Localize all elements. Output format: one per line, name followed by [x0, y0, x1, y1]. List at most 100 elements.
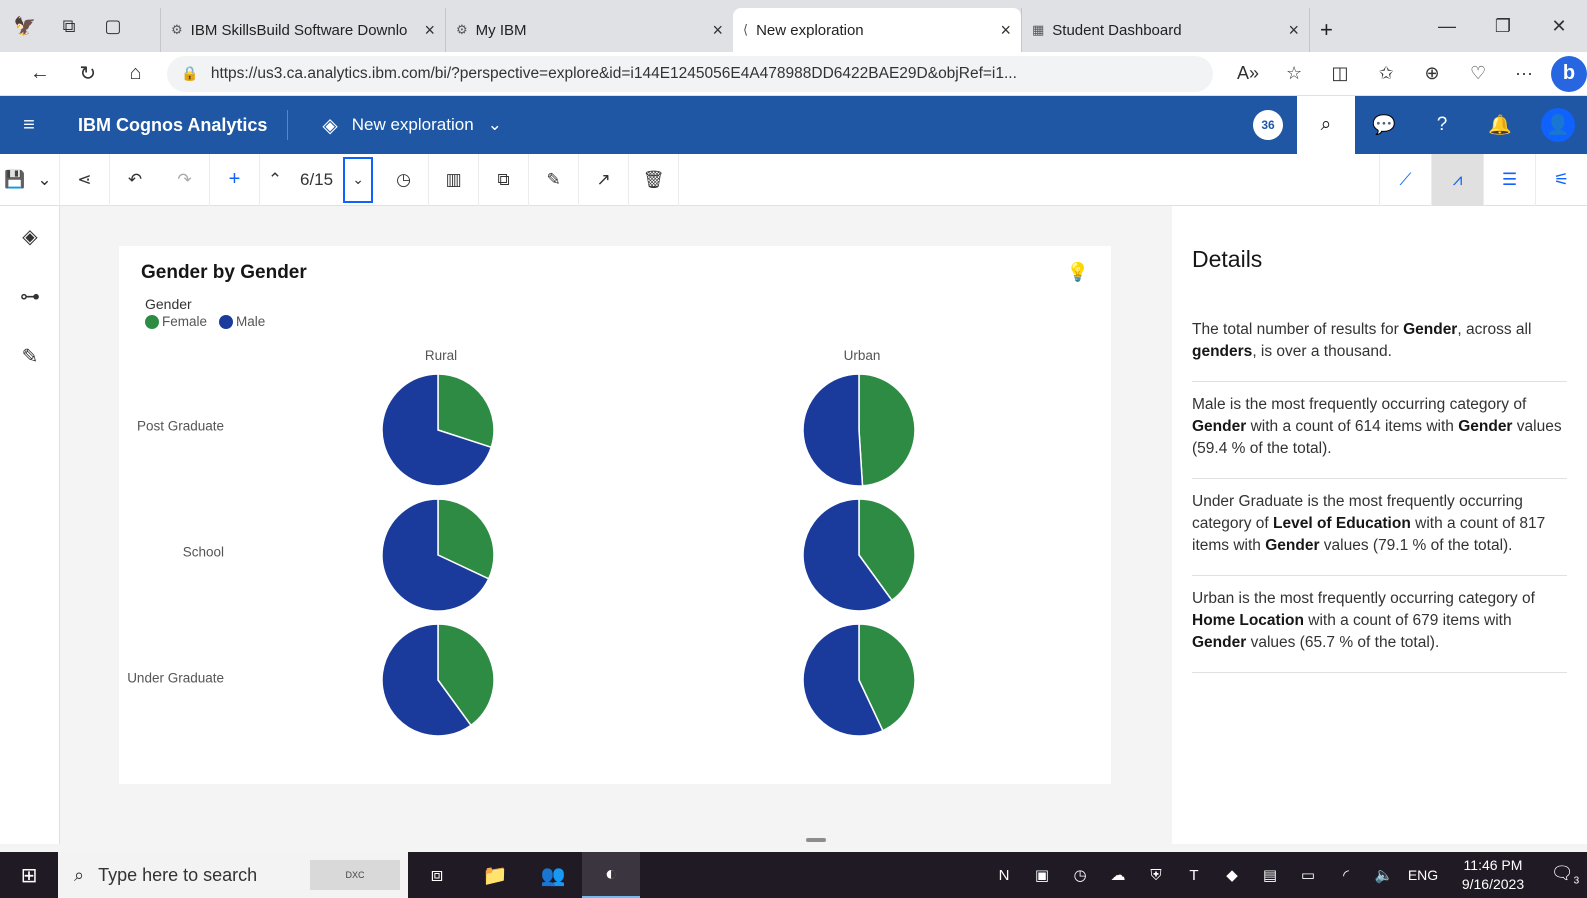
- ibm-favicon-icon: ⚙: [171, 22, 183, 37]
- restore-icon[interactable]: ❐: [1475, 16, 1531, 37]
- refresh-icon[interactable]: ↻: [64, 61, 112, 86]
- tab-actions-icon[interactable]: ▢: [100, 13, 126, 39]
- close-tab-icon[interactable]: ×: [424, 20, 435, 41]
- favorite-star-icon[interactable]: ☆: [1271, 63, 1317, 84]
- pie-slice-male-post-graduate-urban[interactable]: [802, 373, 864, 487]
- workspaces-icon[interactable]: ⧉: [56, 13, 82, 39]
- save-icon[interactable]: 💾: [0, 154, 30, 206]
- duplicate-icon[interactable]: ⧉: [479, 153, 530, 206]
- visualization-icon[interactable]: ▥: [429, 153, 480, 206]
- tab-title: IBM SkillsBuild Software Downlo: [190, 21, 408, 39]
- tab-title: Student Dashboard: [1052, 21, 1182, 39]
- app-brand: IBM Cognos Analytics: [58, 110, 289, 140]
- file-explorer-icon[interactable]: 📁: [466, 852, 524, 898]
- close-window-icon[interactable]: ✕: [1531, 16, 1587, 37]
- read-aloud-icon[interactable]: A»: [1225, 63, 1271, 84]
- pin-icon[interactable]: ✎: [529, 153, 580, 206]
- data-panel-icon[interactable]: ☰: [1483, 154, 1535, 206]
- clock-app-icon[interactable]: ◷: [1061, 866, 1099, 884]
- teams-tray-icon[interactable]: T: [1175, 867, 1213, 884]
- details-panel-icon[interactable]: ⩘: [1431, 154, 1483, 206]
- save-menu-chevron-icon[interactable]: ⌄: [30, 153, 60, 206]
- volume-icon[interactable]: 🔈: [1365, 866, 1403, 884]
- taskbar-search-box[interactable]: ⌕ Type here to search DXC: [58, 852, 408, 898]
- user-menu-button[interactable]: 👤: [1529, 96, 1587, 154]
- tab-title: New exploration: [756, 21, 864, 39]
- browser-tab-skillsbuild[interactable]: ⚙ IBM SkillsBuild Software Downlo ×: [160, 8, 445, 52]
- back-icon[interactable]: ←: [16, 62, 64, 85]
- card-counter: 6/15: [300, 169, 334, 189]
- insight-text: Urban is the most frequently occurring c…: [1192, 590, 1535, 607]
- details-title: Details: [1192, 246, 1263, 272]
- tray-app-icon[interactable]: ▤: [1251, 866, 1289, 884]
- browser-essentials-icon[interactable]: ♡: [1455, 63, 1501, 84]
- system-tray: N ▣ ◷ ☁ ⛨ T ◆ ▤ ▭ ◜ 🔈 ENG 11:46 PM 9/16/…: [985, 852, 1587, 898]
- user-avatar-icon: 👤: [1541, 108, 1575, 142]
- tray-app-icon[interactable]: ◆: [1213, 866, 1251, 884]
- resize-handle[interactable]: [806, 838, 826, 842]
- pins-icon[interactable]: ✎: [0, 326, 60, 386]
- chart-card[interactable]: Gender by Gender 💡 Gender Female Male Ru…: [119, 246, 1111, 784]
- favorites-icon[interactable]: ✩: [1363, 63, 1409, 84]
- hamburger-menu-icon[interactable]: ≡: [0, 114, 58, 137]
- card-list-dropdown[interactable]: ⌄: [343, 156, 374, 203]
- more-options-icon[interactable]: ···: [1501, 63, 1547, 84]
- notification-bell-icon[interactable]: 🔔: [1471, 96, 1529, 154]
- insight-item: Under Graduate is the most frequently oc…: [1192, 479, 1567, 576]
- pie-slice-female-post-graduate-urban[interactable]: [858, 373, 916, 487]
- minimize-icon[interactable]: —: [1419, 16, 1475, 37]
- exploration-rail-icon[interactable]: ◈: [0, 206, 60, 266]
- teams-icon[interactable]: 👥: [524, 852, 582, 898]
- notifications-icon[interactable]: 🗨3: [1543, 863, 1587, 887]
- task-view-icon[interactable]: ⧈: [408, 852, 466, 898]
- browser-tab-student-dashboard[interactable]: ▦ Student Dashboard ×: [1021, 8, 1309, 52]
- trend-chart-icon[interactable]: ⟋: [1379, 154, 1431, 206]
- trial-badge-button[interactable]: 36: [1239, 96, 1297, 154]
- edge-browser-icon[interactable]: ◐: [582, 852, 640, 898]
- undo-icon[interactable]: ↶: [110, 154, 160, 206]
- wifi-icon[interactable]: ◜: [1327, 866, 1365, 884]
- redo-icon[interactable]: ↷: [160, 153, 210, 206]
- split-screen-icon[interactable]: ◫: [1317, 63, 1363, 84]
- help-icon[interactable]: ?: [1413, 96, 1471, 154]
- insights-chart-icon[interactable]: ↗: [579, 153, 630, 206]
- onedrive-icon[interactable]: ☁: [1099, 866, 1137, 884]
- insight-text: with a count of 614 items with: [1246, 418, 1459, 435]
- search-icon[interactable]: ⌕: [1297, 96, 1355, 154]
- language-indicator[interactable]: ENG: [1403, 867, 1443, 883]
- insight-emphasis: Gender: [1192, 634, 1247, 651]
- close-tab-icon[interactable]: ×: [1000, 20, 1011, 41]
- share-icon[interactable]: ⋖: [60, 153, 110, 206]
- toolbar-right-group: ⟋ ⩘ ☰ ⚟: [1379, 154, 1587, 206]
- browser-tab-my-ibm[interactable]: ⚙ My IBM ×: [445, 8, 733, 52]
- details-panel: Details The total number of results for …: [1172, 206, 1587, 844]
- url-field[interactable]: 🔒 https://us3.ca.analytics.ibm.com/bi/?p…: [167, 55, 1214, 92]
- close-tab-icon[interactable]: ×: [1288, 20, 1299, 41]
- add-card-icon[interactable]: +: [210, 153, 260, 206]
- history-icon[interactable]: ◷: [379, 153, 430, 206]
- profile-avatar-icon[interactable]: 🦅: [12, 13, 38, 39]
- assistant-chat-icon[interactable]: 💬: [1355, 96, 1413, 154]
- settings-sliders-icon[interactable]: ⚟: [1535, 154, 1587, 206]
- onenote-icon[interactable]: N: [985, 867, 1023, 884]
- exploration-switcher[interactable]: ◈ New exploration ⌄: [322, 113, 502, 138]
- notification-count: 3: [1573, 875, 1580, 887]
- data-tree-icon[interactable]: ⊶: [0, 266, 60, 326]
- insight-text: with a count of 679 items with: [1303, 612, 1512, 629]
- clock[interactable]: 11:46 PM 9/16/2023: [1443, 856, 1543, 894]
- taskbar-search-placeholder: Type here to search: [98, 864, 258, 885]
- collections-icon[interactable]: ⊕: [1409, 63, 1455, 84]
- close-tab-icon[interactable]: ×: [712, 20, 723, 41]
- home-icon[interactable]: ⌂: [112, 62, 160, 85]
- chevron-up-icon[interactable]: ⌃: [260, 154, 290, 206]
- delete-icon[interactable]: 🗑: [629, 153, 680, 206]
- browser-tab-new-exploration[interactable]: ⟨ New exploration ×: [733, 8, 1021, 52]
- windows-start-icon[interactable]: ⊞: [0, 863, 58, 888]
- search-highlight-logo[interactable]: DXC: [310, 860, 400, 890]
- tray-app-icon[interactable]: ▣: [1023, 866, 1061, 884]
- security-icon[interactable]: ⛨: [1137, 867, 1175, 884]
- battery-icon[interactable]: ▭: [1289, 866, 1327, 884]
- url-text: https://us3.ca.analytics.ibm.com/bi/?per…: [210, 64, 1017, 82]
- bing-icon[interactable]: b: [1551, 55, 1587, 92]
- new-tab-button[interactable]: +: [1309, 8, 1349, 52]
